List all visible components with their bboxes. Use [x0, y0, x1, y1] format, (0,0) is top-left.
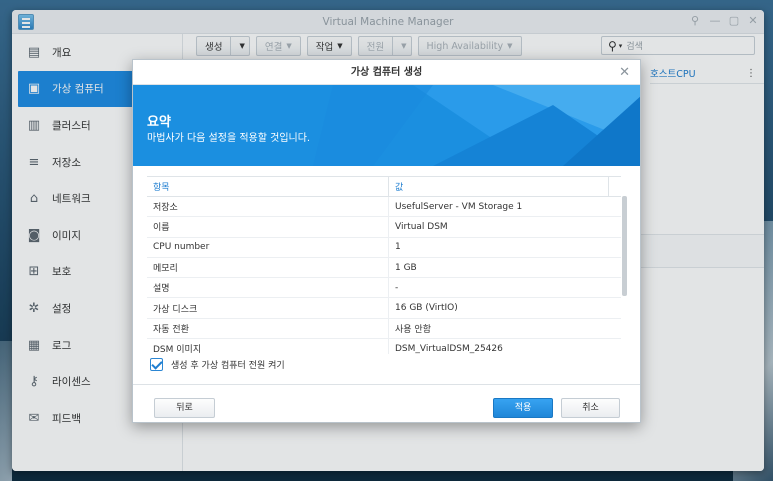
power-on-label: 생성 후 가상 컴퓨터 전원 켜기 — [171, 361, 285, 371]
dialog-title: 가상 컴퓨터 생성 — [350, 67, 423, 78]
row-value: UsefulServer - VM Storage 1 — [395, 201, 523, 212]
cancel-button[interactable]: 취소 — [561, 398, 620, 418]
table-header: 항목 값 — [147, 177, 621, 197]
row-value: DSM_VirtualDSM_25426 — [395, 343, 503, 354]
row-item: 가상 디스크 — [147, 298, 389, 318]
close-icon[interactable]: ✕ — [619, 60, 630, 85]
table-row: CPU number 1 — [147, 237, 621, 258]
dialog-footer: 뒤로 적용 취소 — [133, 384, 640, 424]
summary-table: 항목 값 저장소 UsefulServer - VM Storage 1 이름 Vir… — [147, 176, 621, 354]
row-value: 1 GB — [395, 262, 417, 273]
column-item[interactable]: 항목 — [147, 177, 389, 196]
dialog-title-bar: 가상 컴퓨터 생성 ✕ — [133, 60, 640, 85]
table-row: 가상 디스크 16 GB (VirtIO) — [147, 298, 621, 319]
table-row: 자동 전환 사용 안함 — [147, 318, 621, 340]
row-item: 설명 — [147, 278, 389, 298]
row-value: 1 — [395, 242, 401, 253]
table-row: 메모리 1 GB — [147, 257, 621, 279]
row-value: Virtual DSM — [395, 221, 448, 232]
row-value: 사용 안함 — [395, 324, 431, 335]
row-value: 16 GB (VirtIO) — [395, 303, 458, 314]
table-row: 이름 Virtual DSM — [147, 217, 621, 238]
summary-subtitle: 마법사가 다음 설정을 적용할 것입니다. — [147, 133, 311, 144]
table-scrollbar[interactable] — [622, 196, 627, 296]
row-value: - — [395, 282, 399, 293]
banner-decoration — [313, 85, 640, 166]
table-row: DSM 이미지 DSM_VirtualDSM_25426 — [147, 339, 621, 354]
apply-button[interactable]: 적용 — [493, 398, 553, 418]
row-item: DSM 이미지 — [147, 339, 389, 354]
create-vm-dialog: 가상 컴퓨터 생성 ✕ 요약 마법사가 다음 설정을 적용할 것입니다. 항목 … — [132, 59, 641, 423]
back-button[interactable]: 뒤로 — [154, 398, 215, 418]
row-item: 이름 — [147, 217, 389, 237]
summary-banner: 요약 마법사가 다음 설정을 적용할 것입니다. — [133, 85, 640, 166]
row-item: 메모리 — [147, 257, 389, 278]
column-value[interactable]: 값 — [389, 177, 609, 196]
summary-heading: 요약 — [147, 115, 171, 130]
row-item: CPU number — [147, 237, 389, 257]
table-row: 설명 - — [147, 278, 621, 299]
checkbox-checked-icon[interactable] — [150, 358, 163, 371]
row-item: 자동 전환 — [147, 318, 389, 339]
row-item: 저장소 — [147, 197, 389, 217]
table-row: 저장소 UsefulServer - VM Storage 1 — [147, 197, 621, 218]
power-on-checkbox[interactable]: 생성 후 가상 컴퓨터 전원 켜기 — [150, 358, 285, 371]
